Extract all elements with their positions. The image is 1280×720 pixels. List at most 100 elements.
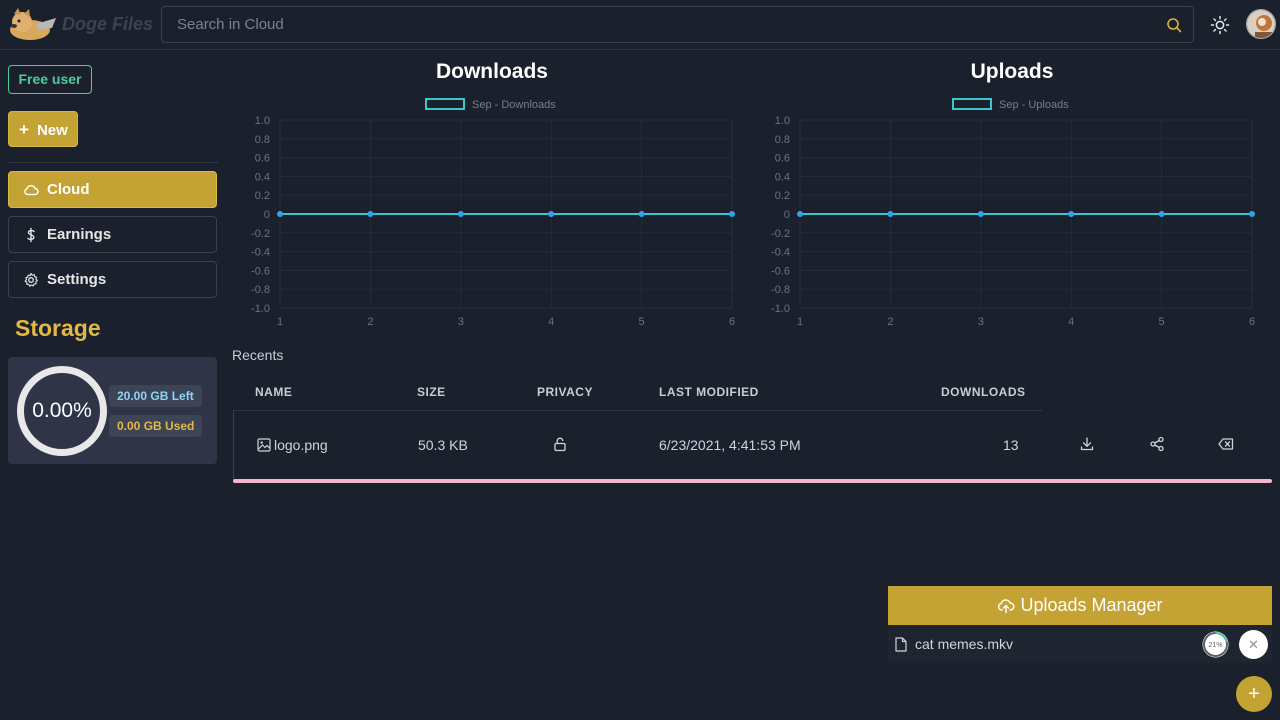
sidebar-item-earnings[interactable]: Earnings xyxy=(8,216,217,253)
user-avatar[interactable] xyxy=(1246,9,1276,39)
x-tick-label: 1 xyxy=(277,316,283,328)
gear-icon xyxy=(24,272,38,287)
y-tick-label: 0 xyxy=(264,209,270,221)
new-button-label: New xyxy=(36,122,68,139)
uploads-manager-header[interactable]: Uploads Manager xyxy=(888,586,1272,625)
y-tick-label: 0.8 xyxy=(775,134,790,146)
y-tick-label: -1.0 xyxy=(771,303,790,315)
y-tick-label: -0.2 xyxy=(771,228,790,240)
x-tick-label: 3 xyxy=(458,316,464,328)
x-tick-label: 4 xyxy=(1068,316,1074,328)
y-tick-label: -0.4 xyxy=(251,247,270,259)
legend-swatch xyxy=(952,98,992,110)
y-tick-label: 0.4 xyxy=(775,171,790,183)
data-point xyxy=(367,211,374,217)
file-name[interactable]: logo.png xyxy=(274,437,328,453)
column-header-privacy[interactable]: PRIVACY xyxy=(537,385,593,399)
downloads-legend[interactable]: Sep - Downloads xyxy=(425,98,556,111)
plus-icon: + xyxy=(19,120,29,139)
x-tick-label: 1 xyxy=(797,316,803,328)
data-point xyxy=(638,211,645,217)
download-icon[interactable] xyxy=(1079,436,1095,452)
y-tick-label: 0.6 xyxy=(255,153,270,165)
uploads-legend[interactable]: Sep - Uploads xyxy=(952,98,1069,111)
unlock-icon[interactable] xyxy=(552,436,568,452)
downloads-chart: 1.0 0.8 0.6 0.4 0.2 0 -0.2 -0.4 -0.6 -0.8 -1.0 1 2 3 4… xyxy=(251,115,735,328)
data-point xyxy=(977,211,984,217)
storage-left-badge: 20.00 GB Left xyxy=(109,385,202,407)
x-tick-label: 2 xyxy=(367,316,373,328)
plan-badge: Free user xyxy=(8,65,92,94)
doge-logo-icon[interactable] xyxy=(6,8,58,42)
legend-swatch xyxy=(425,98,465,110)
y-tick-label: -0.4 xyxy=(771,247,790,259)
uploads-chart-title: Uploads xyxy=(970,60,1054,83)
y-tick-label: 0.6 xyxy=(775,153,790,165)
x-tick-label: 4 xyxy=(548,316,554,328)
y-tick-label: 1.0 xyxy=(775,115,790,127)
share-icon[interactable] xyxy=(1149,436,1165,452)
y-tick-label: -0.2 xyxy=(251,228,270,240)
column-header-downloads[interactable]: DOWNLOADS xyxy=(941,385,1026,399)
cloud-upload-icon xyxy=(998,599,1015,614)
data-point xyxy=(457,211,464,217)
dollar-icon xyxy=(27,227,35,243)
upload-file-name: cat memes.mkv xyxy=(915,636,1014,652)
data-point xyxy=(729,211,735,217)
y-tick-label: 0.8 xyxy=(255,134,270,146)
file-last-modified: 6/23/2021, 4:41:53 PM xyxy=(659,437,801,453)
x-tick-label: 6 xyxy=(729,316,735,328)
x-tick-label: 6 xyxy=(1249,316,1255,328)
delete-icon[interactable] xyxy=(1218,436,1234,452)
column-header-name[interactable]: NAME xyxy=(255,385,292,399)
theme-toggle-sun-icon[interactable] xyxy=(1210,15,1230,35)
cloud-icon xyxy=(24,185,39,196)
x-tick-label: 3 xyxy=(978,316,984,328)
sidebar-item-label: Earnings xyxy=(47,226,112,243)
y-tick-label: -0.8 xyxy=(771,284,790,296)
new-button[interactable]: + New xyxy=(8,111,78,147)
y-tick-label: 0 xyxy=(784,209,790,221)
storage-percent: 0.00% xyxy=(32,399,92,422)
y-tick-label: 0.4 xyxy=(255,171,270,183)
sidebar-item-label: Settings xyxy=(47,271,107,288)
legend-label: Sep - Uploads xyxy=(999,99,1069,111)
avatar-image-icon xyxy=(1247,10,1275,38)
storage-title: Storage xyxy=(15,315,101,341)
column-header-last-modified[interactable]: LAST MODIFIED xyxy=(659,385,759,399)
y-tick-label: 0.2 xyxy=(775,190,790,202)
x-tick-label: 2 xyxy=(887,316,893,328)
sidebar-divider xyxy=(8,162,218,163)
y-tick-label: -0.6 xyxy=(251,265,270,277)
add-fab-button[interactable]: + xyxy=(1236,676,1272,712)
x-tick-label: 5 xyxy=(639,316,645,328)
y-tick-label: 0.2 xyxy=(255,190,270,202)
storage-card: 0.00% 20.00 GB Left 0.00 GB Used xyxy=(8,357,217,464)
search-box[interactable] xyxy=(161,6,1194,43)
column-header-size[interactable]: SIZE xyxy=(417,385,446,399)
data-point xyxy=(1249,211,1255,217)
data-point xyxy=(797,211,803,217)
uploads-chart: 1.0 0.8 0.6 0.4 0.2 0 -0.2 -0.4 -0.6 -0.8 -1.0 1 2 3 4… xyxy=(771,115,1255,328)
y-tick-label: -0.8 xyxy=(251,284,270,296)
data-point xyxy=(1158,211,1165,217)
top-bar: Doge Files xyxy=(0,0,1280,50)
upload-progress-ring: 21% xyxy=(1202,631,1229,658)
uploads-manager-title: Uploads Manager xyxy=(1020,595,1163,615)
image-file-icon xyxy=(257,438,271,452)
y-tick-label: -0.6 xyxy=(771,265,790,277)
data-point xyxy=(548,211,555,217)
sidebar-item-settings[interactable]: Settings xyxy=(8,261,217,298)
search-icon[interactable] xyxy=(1166,17,1182,33)
file-icon xyxy=(895,637,907,652)
data-point xyxy=(1068,211,1075,217)
data-point xyxy=(277,211,283,217)
storage-used-badge: 0.00 GB Used xyxy=(109,415,203,437)
cancel-upload-button[interactable]: ✕ xyxy=(1239,630,1268,659)
y-tick-label: -1.0 xyxy=(251,303,270,315)
sidebar-item-cloud[interactable]: Cloud xyxy=(8,171,217,208)
x-tick-label: 5 xyxy=(1159,316,1165,328)
legend-label: Sep - Downloads xyxy=(472,99,556,111)
search-input[interactable] xyxy=(162,7,1142,42)
brand-name: Doge Files xyxy=(62,14,154,34)
